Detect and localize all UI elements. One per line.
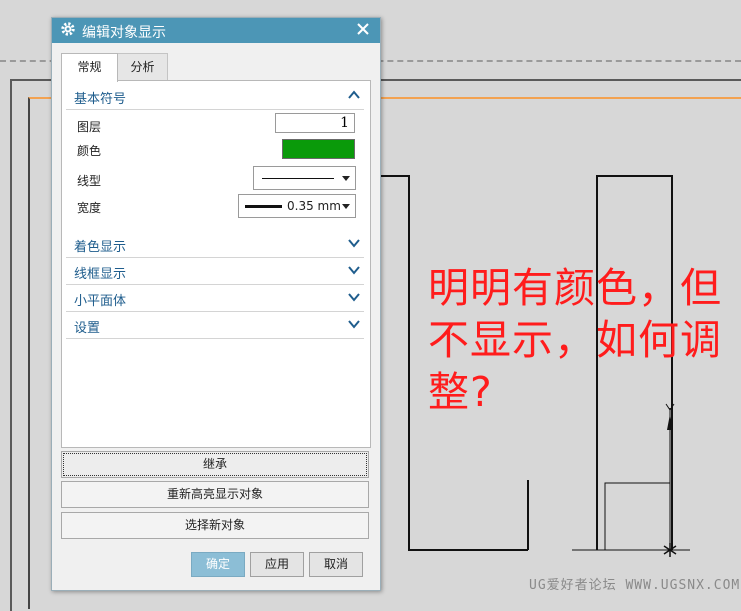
linetype-label: 线型 [77,174,102,188]
width-label: 宽度 [77,201,102,215]
close-icon[interactable] [354,20,372,38]
inner-box [604,482,670,550]
color-label: 颜色 [77,144,102,158]
watermark-text: UG爱好者论坛 WWW.UGSNX.COM [529,578,741,593]
color-swatch[interactable] [282,139,355,159]
section-basic-symbols[interactable]: 基本符号 [66,84,364,110]
inherit-button[interactable]: 继承 [61,451,369,478]
section-settings[interactable]: 设置 [66,313,364,339]
chevron-down-icon[interactable] [348,238,360,248]
dropdown-caret-icon [342,204,350,209]
chevron-down-icon[interactable] [348,292,360,302]
layer-input[interactable]: 1 [275,113,355,133]
layer-label: 图层 [77,120,102,134]
width-line-sample [245,205,282,208]
tab-analysis[interactable]: 分析 [117,53,168,80]
section-facet-body-label: 小平面体 [74,294,127,309]
section-wireframe-display[interactable]: 线框显示 [66,259,364,285]
dropdown-caret-icon [342,176,350,181]
tab-general[interactable]: 常规 [61,53,118,82]
width-value: 0.35 mm [287,199,341,213]
section-shaded-display[interactable]: 着色显示 [66,232,364,258]
chevron-down-icon[interactable] [348,319,360,329]
section-wireframe-display-label: 线框显示 [74,267,127,282]
cancel-button[interactable]: 取消 [309,552,363,577]
chevron-down-icon[interactable] [348,265,360,275]
linetype-dropdown[interactable] [253,166,356,190]
ok-button[interactable]: 确定 [191,552,245,577]
general-panel: 基本符号 图层 1 颜色 线型 宽度 0.35 mm 着色显示 线框显示 小平面… [61,80,371,448]
section-facet-body[interactable]: 小平面体 [66,286,364,312]
apply-button[interactable]: 应用 [250,552,304,577]
dialog-title: 编辑对象显示 [82,25,166,41]
gear-icon [61,22,75,36]
width-dropdown[interactable]: 0.35 mm [238,194,356,218]
section-shaded-display-label: 着色显示 [74,240,127,255]
rehighlight-objects-button[interactable]: 重新高亮显示对象 [61,481,369,508]
chevron-up-icon[interactable] [348,90,360,100]
section-settings-label: 设置 [74,321,101,336]
dialog-titlebar[interactable]: 编辑对象显示 [52,18,380,43]
annotation-text: 明明有颜色，但不显示，如何调整? [428,264,722,416]
select-new-object-button[interactable]: 选择新对象 [61,512,369,539]
solid-line-sample [262,178,334,179]
edit-object-display-dialog: 编辑对象显示 常规 分析 基本符号 图层 1 颜色 线型 宽度 0.35 mm [51,17,381,591]
section-basic-symbols-label: 基本符号 [74,92,127,107]
